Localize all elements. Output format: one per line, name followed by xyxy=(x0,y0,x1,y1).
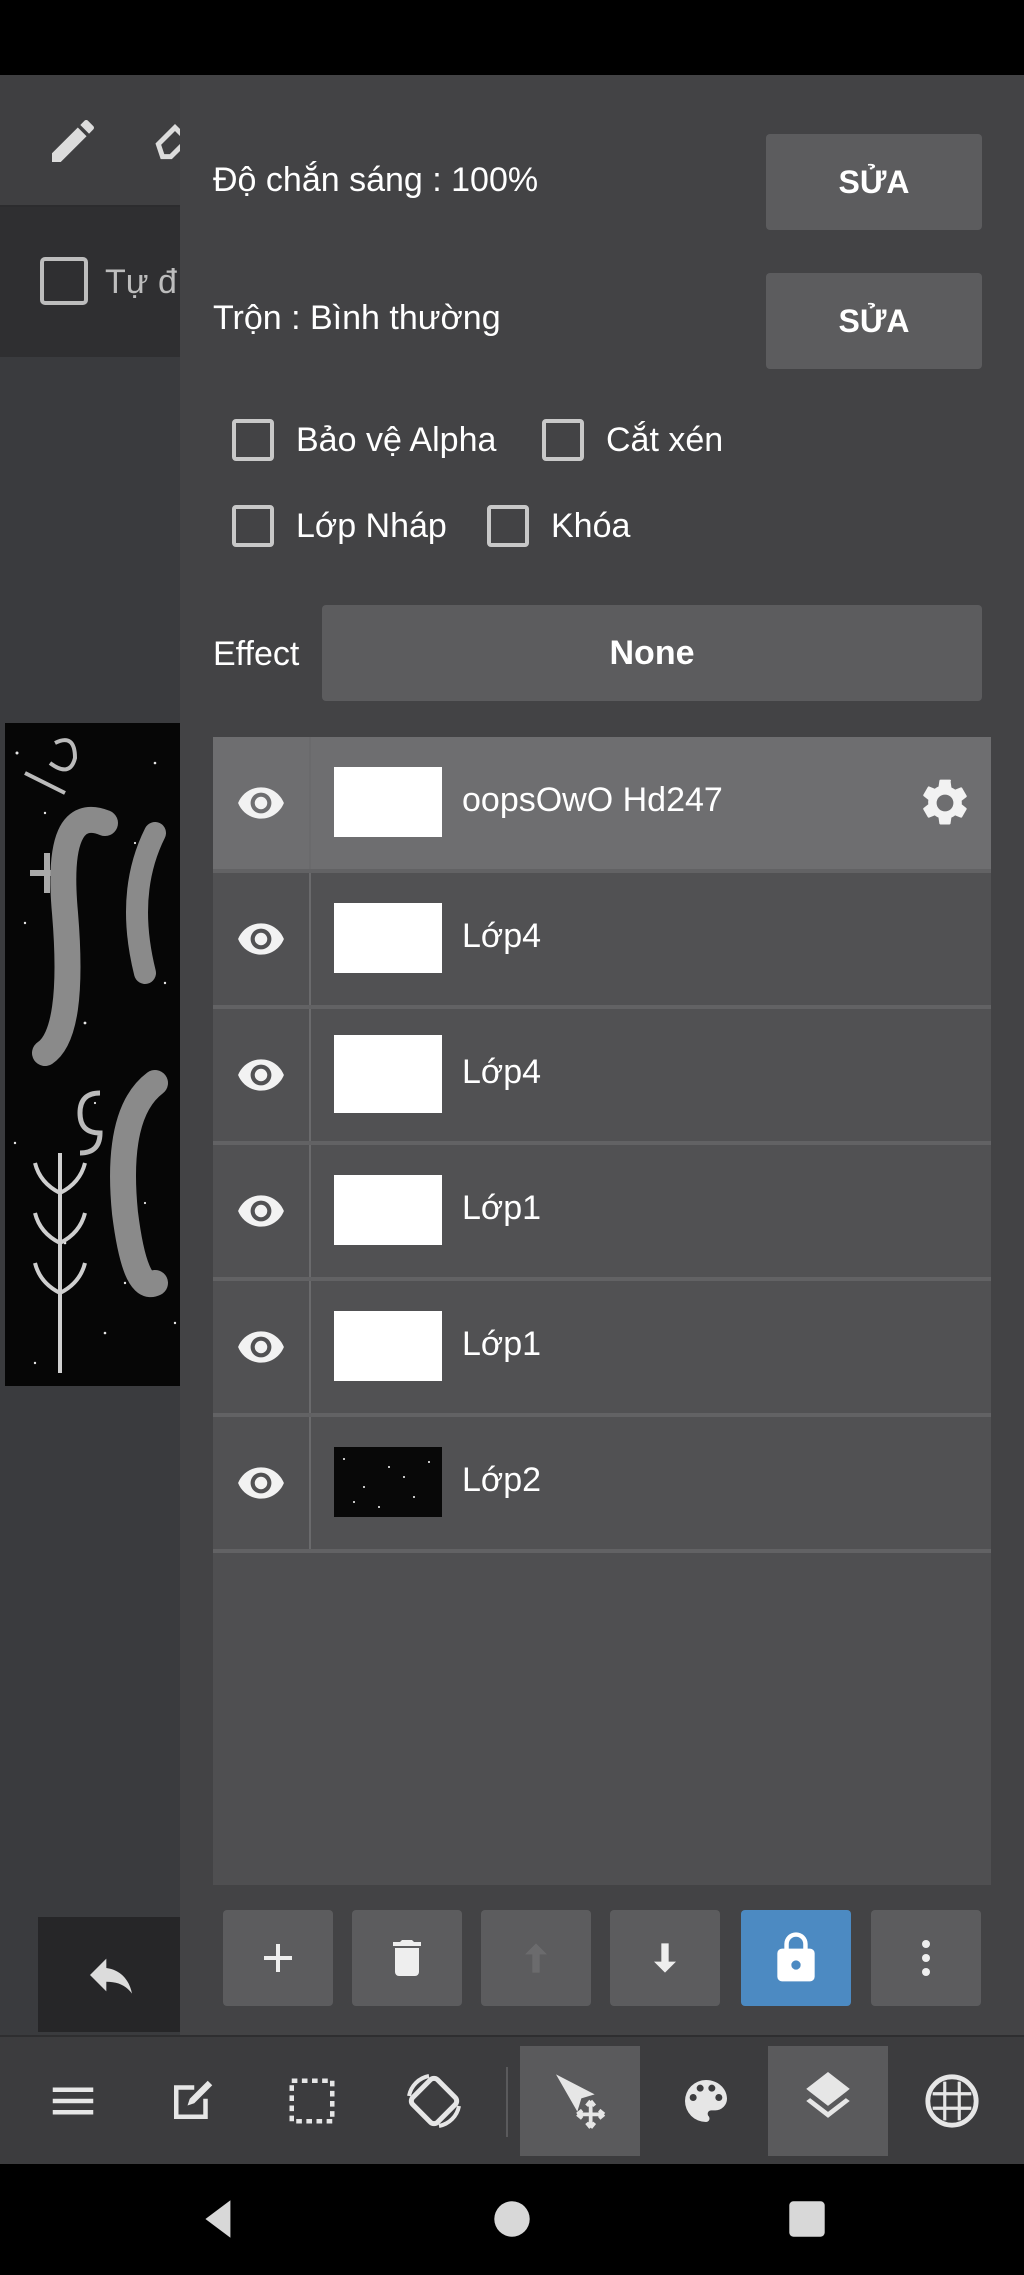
checkbox-box xyxy=(542,419,584,461)
rotate-screen-button[interactable] xyxy=(374,2046,494,2156)
grid-material-button[interactable] xyxy=(892,2046,1012,2156)
opacity-label: Độ chắn sáng : 100% xyxy=(213,161,539,199)
blend-edit-button[interactable]: SỬA xyxy=(766,273,982,369)
lock-checkbox[interactable]: Khóa xyxy=(487,505,630,547)
canvas-artwork[interactable] xyxy=(5,723,180,1386)
palette-icon xyxy=(685,2080,727,2122)
grid-circle-icon xyxy=(925,2074,979,2128)
delete-layer-button[interactable] xyxy=(352,1910,462,2006)
layer-row[interactable]: Lớp4 xyxy=(213,1009,991,1145)
edit-square-icon xyxy=(174,2080,213,2119)
alpha-protect-checkbox[interactable]: Bảo vệ Alpha xyxy=(232,419,496,461)
blend-label: Trộn : Bình thường xyxy=(213,299,501,337)
eye-icon xyxy=(238,923,284,955)
layer-row[interactable]: Lớp2 xyxy=(213,1417,991,1553)
hamburger-icon xyxy=(52,2087,94,2115)
toolbar-divider xyxy=(506,2067,508,2137)
effect-select-button[interactable]: None xyxy=(322,605,982,701)
visibility-toggle[interactable] xyxy=(213,1145,311,1277)
layer-name: oopsOwO Hd247 xyxy=(462,781,723,819)
bottom-toolbar xyxy=(0,2035,1024,2166)
layer-name: Lớp2 xyxy=(462,1461,542,1499)
draft-layer-checkbox[interactable]: Lớp Nháp xyxy=(232,505,447,547)
eye-icon xyxy=(238,1467,284,1499)
layer-row[interactable]: Lớp1 xyxy=(213,1281,991,1417)
eye-icon xyxy=(238,1059,284,1091)
move-layer-up-button[interactable] xyxy=(481,1910,591,2006)
auto-checkbox[interactable] xyxy=(40,257,88,305)
clipping-checkbox[interactable]: Cắt xén xyxy=(542,419,723,461)
visibility-toggle[interactable] xyxy=(213,1281,311,1413)
selection-icon xyxy=(289,2078,335,2124)
effect-label: Effect xyxy=(213,635,300,673)
layer-list[interactable]: oopsOwO Hd247 Lớp4 Lớp4 Lớp1 Lớp1 Lớp2 xyxy=(213,737,991,1885)
eye-icon xyxy=(238,1195,284,1227)
lock-icon xyxy=(777,1932,815,1982)
edit-button[interactable] xyxy=(132,2046,252,2156)
plus-icon xyxy=(264,1944,292,1972)
layer-row[interactable]: Lớp4 xyxy=(213,873,991,1009)
undo-icon xyxy=(90,1958,132,1994)
undo-button[interactable] xyxy=(38,1917,180,2032)
artwork-image xyxy=(13,738,177,1373)
layers-icon xyxy=(806,2072,850,2118)
visibility-toggle[interactable] xyxy=(213,873,311,1005)
layer-row[interactable]: Lớp1 xyxy=(213,1145,991,1281)
visibility-toggle[interactable] xyxy=(213,1009,311,1141)
more-options-button[interactable] xyxy=(871,1910,981,2006)
auto-label: Tự đ xyxy=(105,263,177,301)
pencil-icon[interactable] xyxy=(45,113,101,169)
effect-value: None xyxy=(609,633,695,672)
layer-thumbnail xyxy=(334,1311,442,1381)
checkbox-label: Lớp Nháp xyxy=(296,506,447,545)
move-cursor-icon xyxy=(556,2074,606,2129)
layer-name: Lớp4 xyxy=(462,917,542,955)
layer-name: Lớp4 xyxy=(462,1053,542,1091)
visibility-toggle[interactable] xyxy=(213,1417,311,1549)
arrow-down-icon xyxy=(654,1943,676,1973)
checkbox-label: Bảo vệ Alpha xyxy=(296,420,497,459)
visibility-toggle[interactable] xyxy=(213,737,311,869)
layer-thumbnail xyxy=(334,767,442,837)
status-bar xyxy=(0,0,1024,75)
layer-thumbnail xyxy=(334,1447,442,1517)
checkbox-label: Khóa xyxy=(551,506,631,545)
checkbox-box xyxy=(232,505,274,547)
layer-name: Lớp1 xyxy=(462,1189,542,1227)
left-toolbar xyxy=(0,75,192,207)
checkbox-label: Cắt xén xyxy=(606,420,724,459)
rotate-icon xyxy=(407,2074,461,2128)
home-nav-icon[interactable] xyxy=(487,2194,537,2244)
color-palette-button[interactable] xyxy=(646,2046,766,2156)
move-layer-down-button[interactable] xyxy=(610,1910,720,2006)
trash-icon xyxy=(393,1940,421,1976)
left-options-bar: Tự đ xyxy=(0,207,180,357)
more-vert-icon xyxy=(922,1940,930,1976)
layer-thumbnail xyxy=(334,903,442,973)
menu-button[interactable] xyxy=(13,2046,133,2156)
lock-layer-button[interactable] xyxy=(741,1910,851,2006)
checkbox-box xyxy=(232,419,274,461)
back-nav-icon[interactable] xyxy=(195,2194,245,2244)
eye-icon xyxy=(238,1331,284,1363)
layer-thumbnail xyxy=(334,1035,442,1113)
eye-icon xyxy=(238,787,284,819)
move-tool-button[interactable] xyxy=(520,2046,640,2156)
recents-nav-icon[interactable] xyxy=(782,2194,832,2244)
layer-row[interactable]: oopsOwO Hd247 xyxy=(213,737,991,873)
gear-icon[interactable] xyxy=(917,775,973,831)
layer-name: Lớp1 xyxy=(462,1325,542,1363)
starfield-thumbnail xyxy=(343,1458,430,1508)
checkbox-box xyxy=(487,505,529,547)
layer-thumbnail xyxy=(334,1175,442,1245)
add-layer-button[interactable] xyxy=(223,1910,333,2006)
layers-button[interactable] xyxy=(768,2046,888,2156)
opacity-edit-button[interactable]: SỬA xyxy=(766,134,982,230)
selection-button[interactable] xyxy=(252,2046,372,2156)
arrow-up-icon xyxy=(525,1943,547,1973)
